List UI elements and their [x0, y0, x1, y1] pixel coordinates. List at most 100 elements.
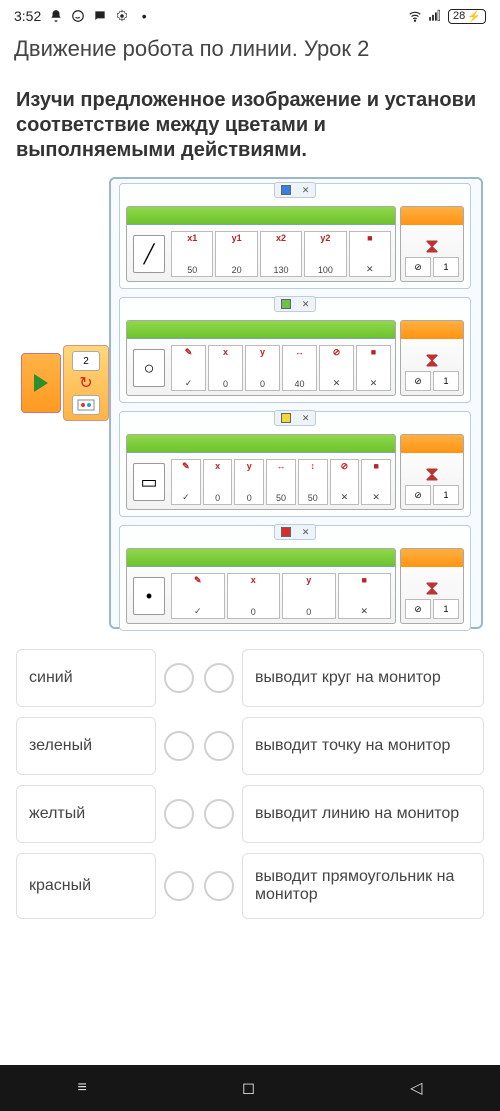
- chat-icon: [93, 9, 107, 23]
- param: ↔40: [282, 345, 317, 391]
- android-nav-bar: ≡ ◻ ◁: [0, 1065, 500, 1111]
- case-1: ✕ ○ ✎✓x0y0↔40⊘✕■✕ ⧗ ⊘1: [119, 297, 471, 403]
- display-block: ╱ x150y120x2130y2100■✕: [126, 206, 396, 282]
- dot-icon: •: [137, 9, 151, 23]
- match-right-option[interactable]: выводит прямоугольник на монитор: [242, 853, 484, 919]
- whatsapp-icon: [71, 9, 85, 23]
- param: y0: [282, 573, 336, 619]
- param: x0: [203, 459, 233, 505]
- signal-icon: [428, 9, 442, 23]
- match-connectors: [164, 785, 234, 843]
- wait-value: 1: [433, 485, 459, 505]
- status-time: 3:52: [14, 8, 41, 24]
- param: ↕50: [298, 459, 328, 505]
- display-block: ▭ ✎✓x0y0↔50↕50⊘✕■✕: [126, 434, 396, 510]
- case-tab: ✕: [274, 524, 316, 540]
- match-row-3: красный выводит прямоугольник на монитор: [16, 853, 484, 919]
- param: ■✕: [349, 231, 391, 277]
- wait-block: ⧗ ⊘1: [400, 548, 464, 624]
- battery-value: 28: [453, 10, 465, 22]
- param: x0: [208, 345, 243, 391]
- case-0: ✕ ╱ x150y120x2130y2100■✕ ⧗ ⊘1: [119, 183, 471, 289]
- block-row: ╱ x150y120x2130y2100■✕ ⧗ ⊘1: [126, 206, 464, 282]
- case-close-icon: ✕: [302, 185, 310, 196]
- status-left: 3:52 •: [14, 8, 151, 24]
- param: ✎✓: [171, 459, 201, 505]
- color-sensor-icon: [77, 399, 95, 411]
- param: y2100: [304, 231, 346, 277]
- case-tab: ✕: [274, 182, 316, 198]
- case-close-icon: ✕: [302, 413, 310, 424]
- connector-left[interactable]: [164, 871, 194, 901]
- ev3-diagram: 2 ↻ ✕ ╱ x150y120x2130y2100■✕ ⧗ ⊘1 ✕: [15, 173, 485, 633]
- task-text: Изучи предложенное изображение и установ…: [0, 74, 500, 173]
- case-2: ✕ ▭ ✎✓x0y0↔50↕50⊘✕■✕ ⧗ ⊘1: [119, 411, 471, 517]
- back-button[interactable]: ◁: [410, 1078, 422, 1098]
- connector-left[interactable]: [164, 731, 194, 761]
- shape-icon: ○: [133, 349, 165, 387]
- hourglass-icon: ⧗: [425, 578, 439, 601]
- match-left-option[interactable]: синий: [16, 649, 156, 707]
- page-title: Движение робота по линии. Урок 2: [0, 32, 500, 74]
- case-color-icon: [281, 299, 291, 309]
- connector-left[interactable]: [164, 799, 194, 829]
- matching-area: синий выводит круг на монитор зеленый вы…: [0, 641, 500, 941]
- match-row-0: синий выводит круг на монитор: [16, 649, 484, 707]
- wait-mode: ⊘: [405, 257, 431, 277]
- param: y0: [234, 459, 264, 505]
- block-row: ▭ ✎✓x0y0↔50↕50⊘✕■✕ ⧗ ⊘1: [126, 434, 464, 510]
- wait-block: ⧗ ⊘1: [400, 206, 464, 282]
- connector-right[interactable]: [204, 663, 234, 693]
- match-left-option[interactable]: желтый: [16, 785, 156, 843]
- wait-mode: ⊘: [405, 485, 431, 505]
- wait-value: 1: [433, 599, 459, 619]
- connector-right[interactable]: [204, 799, 234, 829]
- charging-icon: ⚡: [467, 10, 481, 23]
- param: ✎✓: [171, 573, 225, 619]
- block-row: • ✎✓x0y0■✕ ⧗ ⊘1: [126, 548, 464, 624]
- case-close-icon: ✕: [302, 527, 310, 538]
- switch-arrow-icon: ↻: [79, 373, 92, 393]
- match-right-option[interactable]: выводит точку на монитор: [242, 717, 484, 775]
- match-connectors: [164, 649, 234, 707]
- match-left-option[interactable]: зеленый: [16, 717, 156, 775]
- wait-value: 1: [433, 257, 459, 277]
- match-right-option[interactable]: выводит круг на монитор: [242, 649, 484, 707]
- match-connectors: [164, 853, 234, 919]
- shape-icon: ╱: [133, 235, 165, 273]
- param: ✎✓: [171, 345, 206, 391]
- match-row-2: желтый выводит линию на монитор: [16, 785, 484, 843]
- param: x0: [227, 573, 281, 619]
- case-color-icon: [281, 413, 291, 423]
- display-block: • ✎✓x0y0■✕: [126, 548, 396, 624]
- param: y0: [245, 345, 280, 391]
- param: ■✕: [361, 459, 391, 505]
- match-left-option[interactable]: красный: [16, 853, 156, 919]
- param: ■✕: [356, 345, 391, 391]
- match-right-option[interactable]: выводит линию на монитор: [242, 785, 484, 843]
- param: ⊘✕: [319, 345, 354, 391]
- sensor-mode: [72, 395, 100, 415]
- connector-left[interactable]: [164, 663, 194, 693]
- home-button[interactable]: ◻: [242, 1078, 255, 1098]
- connector-right[interactable]: [204, 871, 234, 901]
- shape-icon: ▭: [133, 463, 165, 501]
- status-bar: 3:52 • 28 ⚡: [0, 0, 500, 32]
- shape-icon: •: [133, 577, 165, 615]
- connector-right[interactable]: [204, 731, 234, 761]
- gear-icon: [115, 9, 129, 23]
- case-tab: ✕: [274, 410, 316, 426]
- match-row-1: зеленый выводит точку на монитор: [16, 717, 484, 775]
- play-icon: [34, 374, 48, 392]
- wait-block: ⧗ ⊘1: [400, 320, 464, 396]
- bell-icon: [49, 9, 63, 23]
- wait-mode: ⊘: [405, 599, 431, 619]
- wifi-icon: [408, 9, 422, 23]
- wait-mode: ⊘: [405, 371, 431, 391]
- case-close-icon: ✕: [302, 299, 310, 310]
- block-row: ○ ✎✓x0y0↔40⊘✕■✕ ⧗ ⊘1: [126, 320, 464, 396]
- display-block: ○ ✎✓x0y0↔40⊘✕■✕: [126, 320, 396, 396]
- case-color-icon: [281, 527, 291, 537]
- recent-button[interactable]: ≡: [78, 1079, 87, 1097]
- status-right: 28 ⚡: [408, 9, 486, 24]
